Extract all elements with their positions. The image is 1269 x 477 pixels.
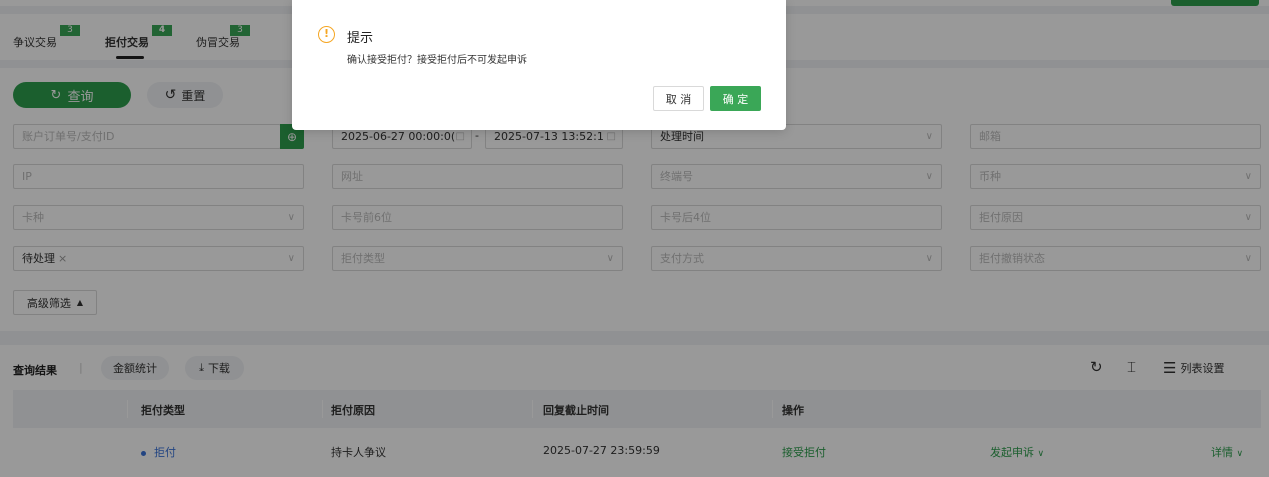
- dialog-title: 提示: [347, 31, 374, 46]
- confirm-label: 确 定: [722, 92, 749, 106]
- confirm-button[interactable]: 确 定: [710, 86, 761, 111]
- dialog-message: 确认接受拒付？接受拒付后不可发起申诉: [347, 55, 527, 66]
- confirm-dialog: ! 提示 确认接受拒付？接受拒付后不可发起申诉 取 消 确 定: [292, 0, 786, 130]
- cancel-label: 取 消: [665, 92, 692, 106]
- warning-icon: !: [318, 26, 335, 43]
- cancel-button[interactable]: 取 消: [653, 86, 704, 111]
